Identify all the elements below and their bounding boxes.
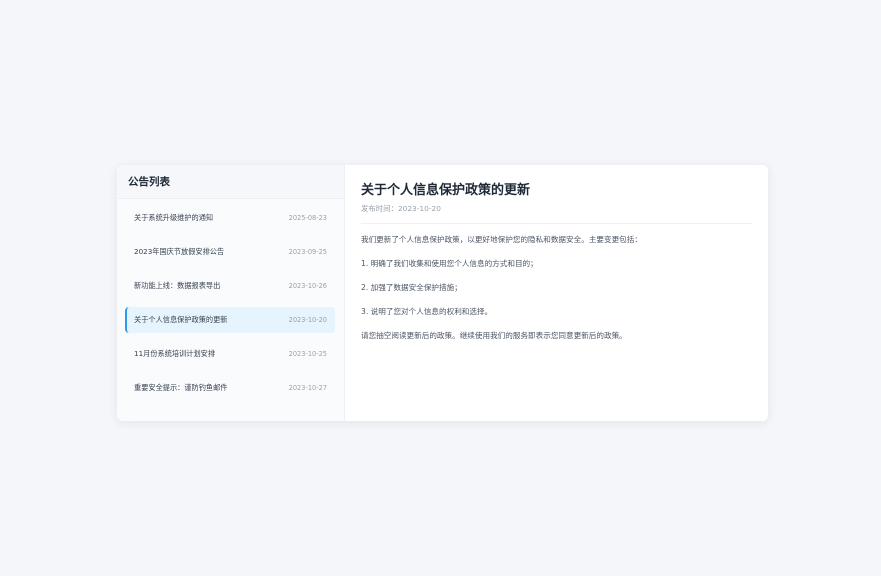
item-date: 2023-10-27 xyxy=(288,384,327,392)
announcement-list: 关于系统升级维护的通知 2025-08-23 2023年国庆节放假安排公告 20… xyxy=(117,199,344,409)
list-item-active[interactable]: 关于个人信息保护政策的更新 2023-10-20 xyxy=(125,307,335,333)
sidebar-title: 公告列表 xyxy=(117,165,344,199)
article-paragraph: 3. 说明了您对个人信息的权利和选择。 xyxy=(361,307,493,316)
item-title: 2023年国庆节放假安排公告 xyxy=(134,247,225,256)
announcement-sidebar: 公告列表 关于系统升级维护的通知 2025-08-23 2023年国庆节放假安排… xyxy=(117,165,345,421)
article-panel: 关于个人信息保护政策的更新 发布时间：2023-10-20 我们更新了个人信息保… xyxy=(345,165,768,421)
article-body: 我们更新了个人信息保护政策，以更好地保护您的隐私和数据安全。主要变更包括： 1.… xyxy=(361,235,752,341)
item-date: 2023-10-20 xyxy=(288,316,327,324)
article-paragraph: 我们更新了个人信息保护政策，以更好地保护您的隐私和数据安全。主要变更包括： xyxy=(361,235,642,244)
item-title: 新功能上线：数据报表导出 xyxy=(134,281,221,290)
item-date: 2023-10-26 xyxy=(288,282,327,290)
item-date: 2025-08-23 xyxy=(288,214,327,222)
announcement-card: 公告列表 关于系统升级维护的通知 2025-08-23 2023年国庆节放假安排… xyxy=(117,165,768,421)
article-paragraph: 请您抽空阅读更新后的政策。继续使用我们的服务即表示您同意更新后的政策。 xyxy=(361,331,627,340)
list-item[interactable]: 关于系统升级维护的通知 2025-08-23 xyxy=(125,205,335,231)
item-title: 11月份系统培训计划安排 xyxy=(134,349,216,358)
article-paragraph: 1. 明确了我们收集和使用您个人信息的方式和目的； xyxy=(361,259,538,268)
item-title: 关于系统升级维护的通知 xyxy=(134,213,214,222)
article-title: 关于个人信息保护政策的更新 xyxy=(361,183,531,198)
article-paragraph: 2. 加强了数据安全保护措施； xyxy=(361,283,462,292)
item-date: 2023-09-25 xyxy=(288,248,327,256)
list-item[interactable]: 2023年国庆节放假安排公告 2023-09-25 xyxy=(125,239,335,265)
list-item[interactable]: 重要安全提示：谨防钓鱼邮件 2023-10-27 xyxy=(125,375,335,401)
article-publish-date: 发布时间：2023-10-20 xyxy=(361,203,752,224)
list-item[interactable]: 新功能上线：数据报表导出 2023-10-26 xyxy=(125,273,335,299)
item-title: 关于个人信息保护政策的更新 xyxy=(134,315,228,324)
list-item[interactable]: 11月份系统培训计划安排 2023-10-25 xyxy=(125,341,335,367)
item-title: 重要安全提示：谨防钓鱼邮件 xyxy=(134,383,228,392)
item-date: 2023-10-25 xyxy=(288,350,327,358)
